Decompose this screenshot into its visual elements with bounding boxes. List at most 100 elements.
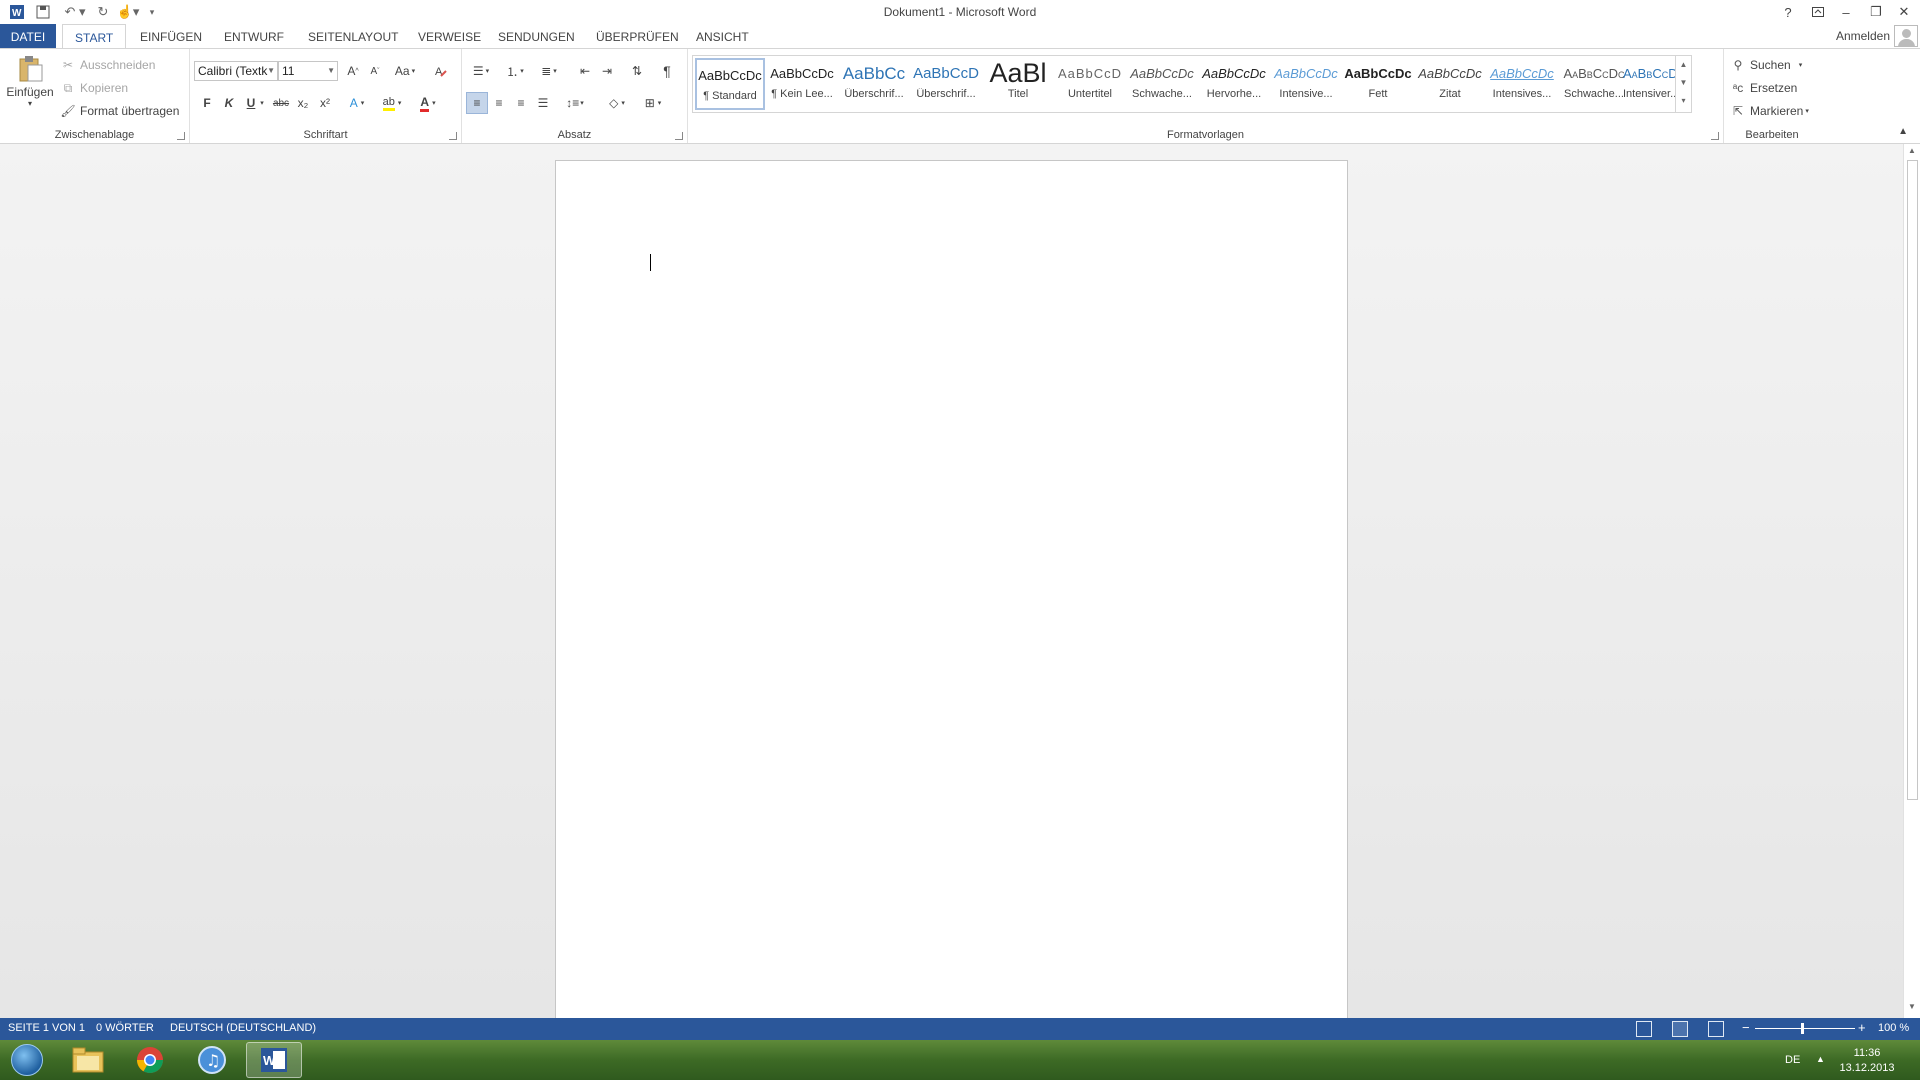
italic-button[interactable]: K <box>218 92 240 114</box>
subscript-button[interactable]: x₂ <box>292 92 314 114</box>
itunes-taskbar-button[interactable]: ♫ <box>184 1042 240 1078</box>
gallery-scroll-down-icon[interactable]: ▼ <box>1676 74 1691 92</box>
read-mode-icon[interactable] <box>1636 1021 1652 1037</box>
style-item[interactable]: AaBbCcD Überschrif... <box>911 58 981 110</box>
decrease-indent-icon[interactable]: ⇤ <box>574 60 596 82</box>
collapse-ribbon-icon[interactable]: ▲ <box>1898 126 1908 137</box>
increase-indent-icon[interactable]: ⇥ <box>596 60 618 82</box>
tab-mailings[interactable]: SENDUNGEN <box>486 24 587 48</box>
explorer-taskbar-button[interactable] <box>60 1042 116 1078</box>
tab-page-layout[interactable]: SEITENLAYOUT <box>296 24 410 48</box>
find-button[interactable]: ⚲ Suchen ▾ <box>1730 57 1803 73</box>
sign-in-link[interactable]: Anmelden <box>1836 29 1890 43</box>
font-family-select[interactable]: Calibri (Textk ▼ <box>194 61 278 81</box>
borders-icon[interactable]: ⊞ ▾ <box>638 92 668 114</box>
start-button[interactable] <box>4 1042 50 1078</box>
zoom-slider[interactable] <box>1755 1028 1855 1029</box>
highlight-button[interactable]: ab ▾ <box>376 92 408 114</box>
page-count-status[interactable]: SEITE 1 VON 1 <box>8 1022 85 1034</box>
print-layout-icon[interactable] <box>1672 1021 1688 1037</box>
word-count-status[interactable]: 0 WÖRTER <box>96 1022 154 1034</box>
tab-insert[interactable]: EINFÜGEN <box>128 24 214 48</box>
style-item[interactable]: AaBbCcDc Intensiver... <box>1623 58 1675 110</box>
font-color-button[interactable]: A ▾ <box>412 92 444 114</box>
style-item[interactable]: AaBbCcDc ¶ Kein Lee... <box>767 58 837 110</box>
document-page[interactable] <box>555 160 1348 1020</box>
select-button[interactable]: ⇱ Markieren ▾ <box>1730 103 1809 119</box>
strikethrough-button[interactable]: abc <box>270 92 292 114</box>
scrollbar-thumb[interactable] <box>1907 160 1918 800</box>
gallery-scrollbar[interactable]: ▲ ▼ ▾ <box>1675 56 1691 112</box>
zoom-out-button[interactable]: − <box>1742 1020 1750 1035</box>
tab-start[interactable]: START <box>62 24 127 49</box>
styles-dialog-launcher-icon[interactable] <box>1711 132 1719 140</box>
shading-icon[interactable]: ◇ ▾ <box>602 92 632 114</box>
multilevel-list-icon[interactable]: ≣ ▾ <box>534 60 564 82</box>
vertical-scrollbar[interactable]: ▲ ▼ <box>1903 144 1920 1018</box>
close-button[interactable]: ✕ <box>1890 0 1918 24</box>
style-item[interactable]: AaBbCcDc ¶ Standard <box>695 58 765 110</box>
font-size-select[interactable]: 11 ▼ <box>278 61 338 81</box>
zoom-level[interactable]: 100 % <box>1878 1022 1909 1034</box>
minimize-button[interactable]: – <box>1832 0 1860 24</box>
style-item[interactable]: AaBbCcDc Intensive... <box>1271 58 1341 110</box>
align-left-icon[interactable]: ≡ <box>466 92 488 114</box>
replace-button[interactable]: ᵃc Ersetzen <box>1730 80 1798 96</box>
font-dialog-launcher-icon[interactable] <box>449 132 457 140</box>
show-formatting-marks-button[interactable]: ¶ <box>656 60 678 82</box>
tab-references[interactable]: VERWEISE <box>406 24 493 48</box>
restore-button[interactable]: ❐ <box>1862 0 1890 24</box>
style-item[interactable]: AaBbCc Überschrif... <box>839 58 909 110</box>
gallery-more-icon[interactable]: ▾ <box>1676 92 1691 110</box>
bullets-icon[interactable]: ☰ ▾ <box>466 60 496 82</box>
style-item[interactable]: AaBbCcD Untertitel <box>1055 58 1125 110</box>
avatar[interactable] <box>1894 25 1918 47</box>
copy-button[interactable]: ⧉ Kopieren <box>60 80 128 96</box>
bold-button[interactable]: F <box>196 92 218 114</box>
help-button[interactable]: ? <box>1774 0 1802 24</box>
shrink-font-button[interactable]: Aˇ <box>364 60 386 82</box>
show-hidden-icons-icon[interactable]: ▲ <box>1816 1054 1825 1064</box>
web-layout-icon[interactable] <box>1708 1021 1724 1037</box>
word-taskbar-button[interactable]: W <box>246 1042 302 1078</box>
style-item[interactable]: AaBbCcDc Zitat <box>1415 58 1485 110</box>
clipboard-dialog-launcher-icon[interactable] <box>177 132 185 140</box>
style-item[interactable]: AaBl Titel <box>983 58 1053 110</box>
ribbon-display-options-icon[interactable] <box>1804 0 1832 24</box>
zoom-slider-thumb[interactable] <box>1801 1023 1804 1034</box>
numbering-icon[interactable]: ⒈ ▾ <box>500 60 530 82</box>
align-center-icon[interactable]: ≡ <box>488 92 510 114</box>
paste-button[interactable]: Einfügen ▾ <box>6 53 54 108</box>
chrome-taskbar-button[interactable] <box>122 1042 178 1078</box>
style-item[interactable]: AaBbCcDc Fett <box>1343 58 1413 110</box>
style-name: Zitat <box>1439 88 1461 100</box>
tab-file[interactable]: DATEI <box>0 24 56 48</box>
tab-review[interactable]: ÜBERPRÜFEN <box>584 24 691 48</box>
grow-font-button[interactable]: A ^ <box>342 60 364 82</box>
align-right-icon[interactable]: ≡ <box>510 92 532 114</box>
line-spacing-icon[interactable]: ↕≡ ▾ <box>560 92 590 114</box>
language-status[interactable]: DEUTSCH (DEUTSCHLAND) <box>170 1022 316 1034</box>
format-painter-button[interactable]: 🖌 Format übertragen <box>60 103 179 119</box>
superscript-button[interactable]: x² <box>314 92 336 114</box>
cut-button[interactable]: ✂ Ausschneiden <box>60 57 155 73</box>
tab-view[interactable]: ANSICHT <box>684 24 761 48</box>
zoom-in-button[interactable]: + <box>1858 1020 1866 1035</box>
style-item[interactable]: AaBbCcDc Hervorhe... <box>1199 58 1269 110</box>
underline-options-icon[interactable]: ▾ <box>256 92 268 114</box>
scroll-up-icon[interactable]: ▲ <box>1904 146 1920 160</box>
input-language[interactable]: DE <box>1785 1054 1800 1066</box>
style-item[interactable]: AaBbCcDc Intensives... <box>1487 58 1557 110</box>
system-clock[interactable]: 11:36 13.12.2013 <box>1832 1046 1902 1076</box>
scroll-down-icon[interactable]: ▼ <box>1904 1002 1920 1016</box>
clear-formatting-icon[interactable]: A <box>430 60 452 82</box>
text-effects-button[interactable]: A ▾ <box>342 92 372 114</box>
change-case-button[interactable]: Aa ▾ <box>390 60 420 82</box>
style-item[interactable]: AaBbCcDc Schwache... <box>1127 58 1197 110</box>
style-item[interactable]: AaBbCcDc Schwache... <box>1559 58 1629 110</box>
justify-icon[interactable]: ☰ <box>532 92 554 114</box>
sort-icon[interactable]: ⇅ <box>626 60 648 82</box>
paragraph-dialog-launcher-icon[interactable] <box>675 132 683 140</box>
tab-design[interactable]: ENTWURF <box>212 24 296 48</box>
gallery-scroll-up-icon[interactable]: ▲ <box>1676 56 1691 74</box>
